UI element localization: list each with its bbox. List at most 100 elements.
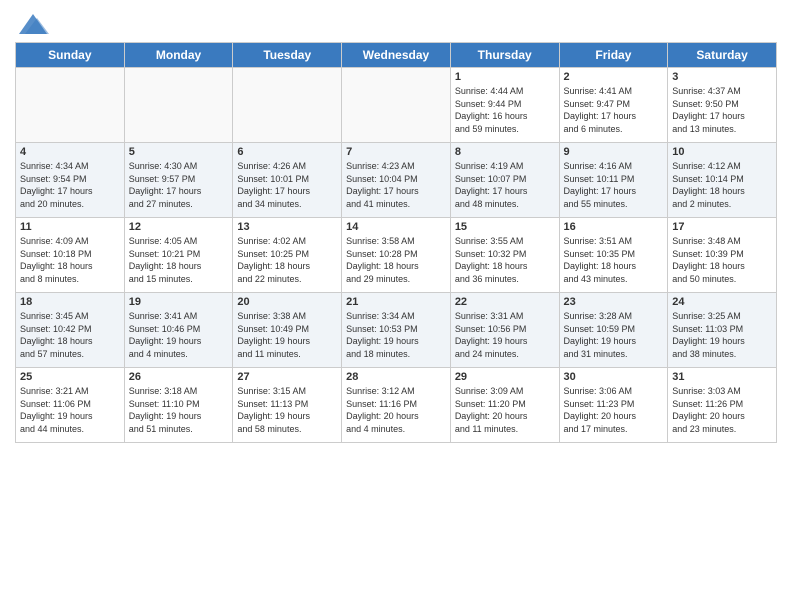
table-row: 20 Sunrise: 3:38 AM Sunset: 10:49 PM Dayl… xyxy=(233,293,342,368)
table-row: 15 Sunrise: 3:55 AM Sunset: 10:32 PM Dayl… xyxy=(450,218,559,293)
calendar-week-row: 4Sunrise: 4:34 AM Sunset: 9:54 PM Daylig… xyxy=(16,143,777,218)
logo-icon xyxy=(15,10,45,34)
day-number: 11 xyxy=(20,221,120,233)
table-row: 12Sunrise: 4:05 AM Sunset: 10:21 PM Dayl… xyxy=(124,218,233,293)
day-info: Sunrise: 3:03 AM Sunset: 11:26 PM Daylig… xyxy=(672,385,772,435)
day-info: Sunrise: 3:21 AM Sunset: 11:06 PM Daylig… xyxy=(20,385,120,435)
col-saturday: Saturday xyxy=(668,43,777,68)
day-number: 5 xyxy=(129,146,229,158)
day-number: 9 xyxy=(564,146,664,158)
day-info: Sunrise: 3:25 AM Sunset: 11:03 PM Daylig… xyxy=(672,310,772,360)
table-row: 25 Sunrise: 3:21 AM Sunset: 11:06 PM Dayl… xyxy=(16,368,125,443)
table-row: 24 Sunrise: 3:25 AM Sunset: 11:03 PM Dayl… xyxy=(668,293,777,368)
day-info: Sunrise: 4:09 AM Sunset: 10:18 PM Daylig… xyxy=(20,235,120,285)
calendar: Sunday Monday Tuesday Wednesday Thursday… xyxy=(15,42,777,443)
table-row: 4Sunrise: 4:34 AM Sunset: 9:54 PM Daylig… xyxy=(16,143,125,218)
table-row xyxy=(342,68,451,143)
table-row: 13Sunrise: 4:02 AM Sunset: 10:25 PM Dayl… xyxy=(233,218,342,293)
table-row: 19 Sunrise: 3:41 AM Sunset: 10:46 PM Dayl… xyxy=(124,293,233,368)
day-number: 18 xyxy=(20,296,120,308)
day-number: 14 xyxy=(346,221,446,233)
day-number: 31 xyxy=(672,371,772,383)
table-row: 10 Sunrise: 4:12 AM Sunset: 10:14 PM Dayl… xyxy=(668,143,777,218)
day-number: 21 xyxy=(346,296,446,308)
day-number: 6 xyxy=(237,146,337,158)
header xyxy=(15,10,777,34)
col-friday: Friday xyxy=(559,43,668,68)
day-number: 23 xyxy=(564,296,664,308)
day-number: 1 xyxy=(455,71,555,83)
day-number: 20 xyxy=(237,296,337,308)
page: Sunday Monday Tuesday Wednesday Thursday… xyxy=(0,0,792,612)
day-info: Sunrise: 4:26 AM Sunset: 10:01 PM Daylig… xyxy=(237,160,337,210)
col-monday: Monday xyxy=(124,43,233,68)
day-number: 26 xyxy=(129,371,229,383)
day-info: Sunrise: 3:55 AM Sunset: 10:32 PM Daylig… xyxy=(455,235,555,285)
table-row: 2 Sunrise: 4:41 AM Sunset: 9:47 PM Daylig… xyxy=(559,68,668,143)
table-row: 31 Sunrise: 3:03 AM Sunset: 11:26 PM Dayl… xyxy=(668,368,777,443)
day-number: 15 xyxy=(455,221,555,233)
day-number: 30 xyxy=(564,371,664,383)
day-number: 27 xyxy=(237,371,337,383)
calendar-week-row: 1 Sunrise: 4:44 AM Sunset: 9:44 PM Daylig… xyxy=(16,68,777,143)
table-row: 3Sunrise: 4:37 AM Sunset: 9:50 PM Daylig… xyxy=(668,68,777,143)
day-number: 28 xyxy=(346,371,446,383)
table-row: 23Sunrise: 3:28 AM Sunset: 10:59 PM Dayl… xyxy=(559,293,668,368)
col-sunday: Sunday xyxy=(16,43,125,68)
calendar-week-row: 11 Sunrise: 4:09 AM Sunset: 10:18 PM Dayl… xyxy=(16,218,777,293)
day-info: Sunrise: 3:31 AM Sunset: 10:56 PM Daylig… xyxy=(455,310,555,360)
day-number: 8 xyxy=(455,146,555,158)
table-row: 9 Sunrise: 4:16 AM Sunset: 10:11 PM Dayli… xyxy=(559,143,668,218)
day-number: 24 xyxy=(672,296,772,308)
day-number: 17 xyxy=(672,221,772,233)
day-number: 22 xyxy=(455,296,555,308)
day-info: Sunrise: 3:41 AM Sunset: 10:46 PM Daylig… xyxy=(129,310,229,360)
day-info: Sunrise: 4:44 AM Sunset: 9:44 PM Dayligh… xyxy=(455,85,555,135)
table-row xyxy=(16,68,125,143)
calendar-week-row: 18Sunrise: 3:45 AM Sunset: 10:42 PM Dayl… xyxy=(16,293,777,368)
day-number: 2 xyxy=(564,71,664,83)
table-row: 5Sunrise: 4:30 AM Sunset: 9:57 PM Daylig… xyxy=(124,143,233,218)
day-number: 29 xyxy=(455,371,555,383)
day-number: 10 xyxy=(672,146,772,158)
day-number: 19 xyxy=(129,296,229,308)
table-row: 11 Sunrise: 4:09 AM Sunset: 10:18 PM Dayl… xyxy=(16,218,125,293)
day-info: Sunrise: 4:02 AM Sunset: 10:25 PM Daylig… xyxy=(237,235,337,285)
table-row: 28 Sunrise: 3:12 AM Sunset: 11:16 PM Dayl… xyxy=(342,368,451,443)
day-info: Sunrise: 3:51 AM Sunset: 10:35 PM Daylig… xyxy=(564,235,664,285)
table-row: 18Sunrise: 3:45 AM Sunset: 10:42 PM Dayl… xyxy=(16,293,125,368)
table-row: 8Sunrise: 4:19 AM Sunset: 10:07 PM Dayli… xyxy=(450,143,559,218)
day-number: 3 xyxy=(672,71,772,83)
calendar-header-row: Sunday Monday Tuesday Wednesday Thursday… xyxy=(16,43,777,68)
table-row: 17 Sunrise: 3:48 AM Sunset: 10:39 PM Dayl… xyxy=(668,218,777,293)
col-thursday: Thursday xyxy=(450,43,559,68)
table-row: 6 Sunrise: 4:26 AM Sunset: 10:01 PM Dayli… xyxy=(233,143,342,218)
day-number: 25 xyxy=(20,371,120,383)
day-number: 16 xyxy=(564,221,664,233)
day-info: Sunrise: 4:12 AM Sunset: 10:14 PM Daylig… xyxy=(672,160,772,210)
day-info: Sunrise: 3:12 AM Sunset: 11:16 PM Daylig… xyxy=(346,385,446,435)
table-row: 27 Sunrise: 3:15 AM Sunset: 11:13 PM Dayl… xyxy=(233,368,342,443)
day-info: Sunrise: 3:15 AM Sunset: 11:13 PM Daylig… xyxy=(237,385,337,435)
table-row xyxy=(233,68,342,143)
day-info: Sunrise: 3:38 AM Sunset: 10:49 PM Daylig… xyxy=(237,310,337,360)
day-number: 4 xyxy=(20,146,120,158)
table-row: 7 Sunrise: 4:23 AM Sunset: 10:04 PM Dayli… xyxy=(342,143,451,218)
day-info: Sunrise: 3:06 AM Sunset: 11:23 PM Daylig… xyxy=(564,385,664,435)
day-info: Sunrise: 4:16 AM Sunset: 10:11 PM Daylig… xyxy=(564,160,664,210)
table-row: 22 Sunrise: 3:31 AM Sunset: 10:56 PM Dayl… xyxy=(450,293,559,368)
col-tuesday: Tuesday xyxy=(233,43,342,68)
table-row: 26Sunrise: 3:18 AM Sunset: 11:10 PM Dayl… xyxy=(124,368,233,443)
calendar-week-row: 25 Sunrise: 3:21 AM Sunset: 11:06 PM Dayl… xyxy=(16,368,777,443)
day-info: Sunrise: 4:05 AM Sunset: 10:21 PM Daylig… xyxy=(129,235,229,285)
logo xyxy=(15,10,47,34)
table-row xyxy=(124,68,233,143)
day-info: Sunrise: 4:41 AM Sunset: 9:47 PM Dayligh… xyxy=(564,85,664,135)
table-row: 21 Sunrise: 3:34 AM Sunset: 10:53 PM Dayl… xyxy=(342,293,451,368)
table-row: 1 Sunrise: 4:44 AM Sunset: 9:44 PM Daylig… xyxy=(450,68,559,143)
day-info: Sunrise: 3:34 AM Sunset: 10:53 PM Daylig… xyxy=(346,310,446,360)
day-info: Sunrise: 3:48 AM Sunset: 10:39 PM Daylig… xyxy=(672,235,772,285)
day-info: Sunrise: 4:23 AM Sunset: 10:04 PM Daylig… xyxy=(346,160,446,210)
day-number: 7 xyxy=(346,146,446,158)
table-row: 29Sunrise: 3:09 AM Sunset: 11:20 PM Dayl… xyxy=(450,368,559,443)
